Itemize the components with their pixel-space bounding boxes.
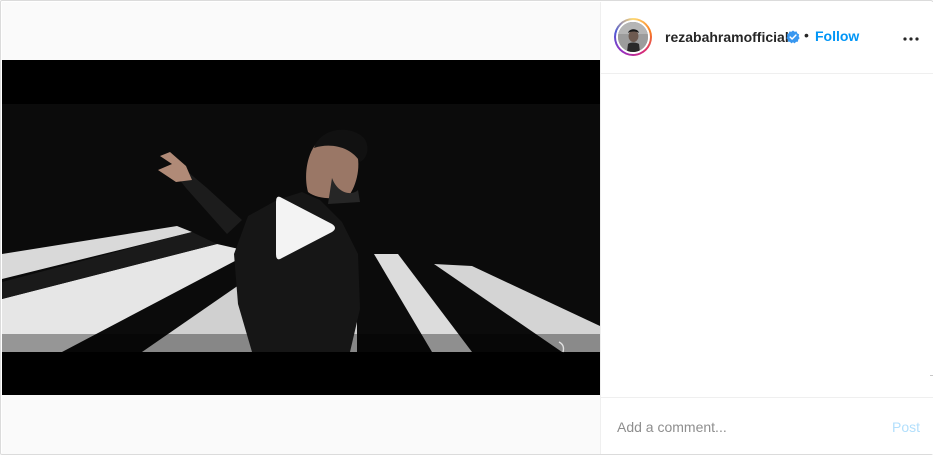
comment-input[interactable] — [617, 417, 877, 437]
post-side-panel: rezabahramofficial • Follow Post — [600, 2, 933, 454]
play-icon[interactable] — [272, 192, 338, 264]
separator-dot: • — [804, 27, 809, 43]
post-header: rezabahramofficial • Follow — [601, 2, 933, 74]
video-player[interactable] — [2, 60, 600, 395]
verified-badge-icon — [786, 30, 800, 44]
comment-form: Post — [601, 397, 933, 454]
avatar-image — [618, 22, 648, 52]
more-horizontal-icon[interactable] — [902, 30, 920, 44]
follow-button[interactable]: Follow — [815, 28, 859, 44]
post-button[interactable]: Post — [892, 419, 920, 435]
avatar[interactable] — [614, 18, 652, 56]
comments-list — [601, 75, 933, 397]
media-column — [2, 2, 600, 454]
loading-arc-icon — [558, 341, 565, 353]
embed-frame: rezabahramofficial • Follow Post — [0, 0, 933, 455]
username-link[interactable]: rezabahramofficial — [665, 29, 789, 45]
